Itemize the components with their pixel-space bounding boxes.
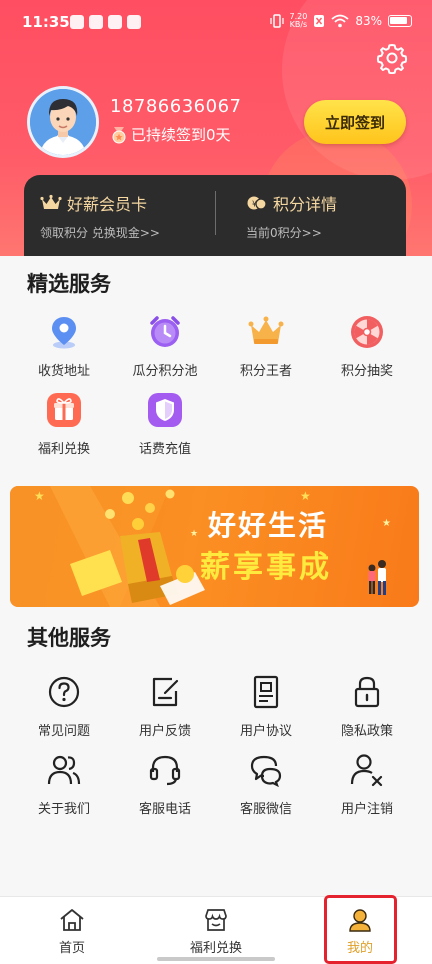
tab-label: 首页 (58, 941, 85, 956)
service-wechat-support[interactable]: 客服微信 (212, 752, 320, 817)
service-label: 隐私政策 (340, 724, 393, 739)
service-points-lottery[interactable]: 积分抽奖 (313, 314, 421, 379)
service-address[interactable]: 收货地址 (10, 314, 118, 379)
service-faq[interactable]: 常见问题 (10, 674, 118, 739)
medal-icon (112, 126, 126, 143)
vibrate-icon (269, 14, 284, 28)
banner-headline: 好好生活 (208, 509, 329, 542)
svg-text:¥: ¥ (252, 200, 257, 209)
network-speed: 7.20 KB/s (290, 13, 308, 29)
banner-slogan: 薪享事成 (200, 550, 332, 585)
gift-icon (47, 393, 81, 427)
crown-icon (248, 316, 284, 344)
coins-icon: ¥ (247, 196, 267, 210)
people-icon (47, 755, 81, 785)
service-label: 瓜分积分池 (132, 364, 198, 379)
speed-unit: KB/s (289, 20, 308, 29)
lock-icon (354, 676, 380, 708)
tab-label: 福利兑换 (189, 941, 242, 956)
member-card-entry[interactable]: 好薪会员卡 领取积分 兑换现金>> (40, 191, 160, 241)
app-notification-icon (89, 15, 103, 29)
location-pin-icon (52, 317, 76, 349)
member-card-title: 好薪会员卡 (40, 191, 160, 215)
wifi-icon (331, 14, 349, 28)
profile-header: 11:35 7.20 KB/s 83% 18786636067 已持续签到0天 … (0, 0, 432, 256)
app-notification-icon (108, 15, 122, 29)
service-label: 用户反馈 (138, 724, 191, 739)
service-label: 客服电话 (138, 802, 191, 817)
points-detail-label: 积分详情 (273, 195, 338, 214)
service-feedback[interactable]: 用户反馈 (111, 674, 219, 739)
user-remove-icon (350, 754, 383, 787)
crown-icon (40, 194, 62, 209)
question-icon (48, 676, 80, 708)
avatar[interactable] (27, 86, 99, 158)
tab-welfare-exchange[interactable]: 福利兑换 (166, 907, 266, 956)
service-label: 积分抽奖 (340, 364, 393, 379)
svg-text:★: ★ (190, 529, 198, 539)
agreement-icon (253, 675, 279, 709)
service-label: 常见问题 (37, 724, 90, 739)
member-points-card: 好薪会员卡 领取积分 兑换现金>> ¥ 积分详情 当前0积分>> (24, 175, 406, 256)
member-card-subtitle: 领取积分 兑换现金>> (40, 226, 160, 240)
service-user-agreement[interactable]: 用户协议 (212, 674, 320, 739)
service-label: 关于我们 (37, 802, 90, 817)
service-label: 收货地址 (37, 364, 90, 379)
tab-home[interactable]: 首页 (22, 907, 122, 956)
service-phone-recharge[interactable]: 话费充值 (111, 392, 219, 457)
home-icon (60, 909, 84, 931)
card-divider (215, 191, 216, 235)
sim-off-icon (314, 15, 325, 27)
other-services-title: 其他服务 (27, 626, 111, 650)
service-label: 用户协议 (239, 724, 292, 739)
svg-text:★: ★ (34, 489, 45, 503)
service-points-king[interactable]: 积分王者 (212, 314, 320, 379)
app-notification-icon (127, 15, 141, 29)
service-about-us[interactable]: 关于我们 (10, 752, 118, 817)
headset-icon (149, 755, 181, 786)
feedback-icon (152, 677, 179, 707)
points-detail-title: ¥ 积分详情 (246, 191, 337, 215)
service-label: 话费充值 (138, 442, 191, 457)
app-notification-icon (70, 15, 84, 29)
signin-button[interactable]: 立即签到 (304, 100, 406, 144)
service-welfare-exchange[interactable]: 福利兑换 (10, 392, 118, 457)
notification-icons (70, 15, 141, 29)
prize-wheel-icon (351, 316, 383, 348)
signin-streak: 已持续签到0天 (110, 124, 231, 145)
service-label: 用户注销 (340, 802, 393, 817)
service-label: 客服微信 (239, 802, 292, 817)
service-account-cancel[interactable]: 用户注销 (313, 752, 421, 817)
shop-icon (205, 909, 227, 931)
battery-percent: 83% (355, 14, 382, 28)
battery-icon (388, 15, 412, 27)
shield-icon (148, 393, 182, 427)
status-bar: 11:35 7.20 KB/s 83% (0, 0, 432, 44)
svg-text:★: ★ (300, 489, 311, 503)
points-detail-entry[interactable]: ¥ 积分详情 当前0积分>> (246, 191, 337, 241)
member-card-label: 好薪会员卡 (67, 195, 148, 214)
service-privacy[interactable]: 隐私政策 (313, 674, 421, 739)
status-time: 11:35 (22, 13, 70, 31)
status-right: 7.20 KB/s 83% (269, 13, 412, 29)
active-tab-highlight (324, 895, 397, 964)
user-phone: 18786636067 (110, 96, 242, 117)
avatar-illustration (30, 89, 96, 155)
points-detail-subtitle: 当前0积分>> (246, 226, 322, 240)
service-label: 福利兑换 (37, 442, 90, 457)
streak-text: 已持续签到0天 (131, 126, 231, 144)
service-points-pool[interactable]: 瓜分积分池 (111, 314, 219, 379)
home-indicator (157, 957, 275, 961)
featured-services-title: 精选服务 (27, 272, 111, 296)
chat-icon (250, 755, 282, 788)
gear-icon[interactable] (376, 42, 408, 74)
promo-banner[interactable]: ★ ★ ★ ★ 好好生活 薪享事成 (10, 486, 419, 607)
alarm-clock-icon (150, 316, 180, 347)
service-phone-support[interactable]: 客服电话 (111, 752, 219, 817)
svg-text:★: ★ (382, 518, 391, 529)
service-label: 积分王者 (239, 364, 292, 379)
